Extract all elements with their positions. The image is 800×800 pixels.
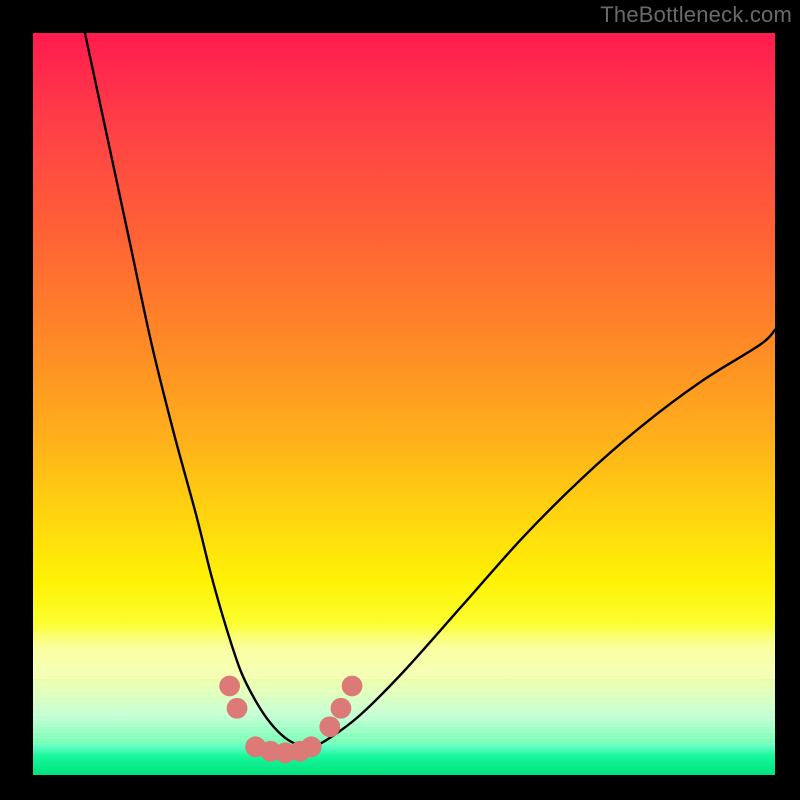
watermark-text: TheBottleneck.com	[600, 2, 792, 28]
curve-layer	[33, 33, 775, 775]
curve-marker	[331, 698, 352, 719]
curve-marker	[301, 736, 322, 757]
plot-area	[33, 33, 775, 775]
curve-marker	[227, 698, 248, 719]
chart-frame: TheBottleneck.com	[0, 0, 800, 800]
bottleneck-curve	[85, 33, 775, 746]
curve-marker	[219, 676, 240, 697]
marker-group	[219, 676, 362, 764]
curve-marker	[319, 716, 340, 737]
curve-marker	[342, 676, 363, 697]
